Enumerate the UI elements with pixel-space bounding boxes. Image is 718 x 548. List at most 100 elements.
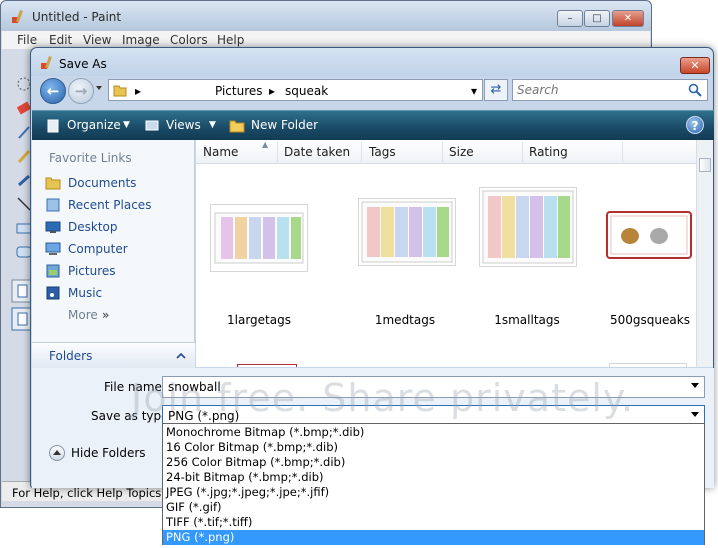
new-folder-icon	[229, 120, 245, 133]
file-name-dropdown-icon[interactable]	[691, 383, 699, 388]
nav-music[interactable]: Music	[42, 284, 192, 304]
nav-pictures-label: Pictures	[68, 264, 116, 278]
music-icon	[46, 286, 60, 300]
menu-file[interactable]: File	[17, 33, 37, 47]
menu-edit[interactable]: Edit	[49, 33, 72, 47]
breadcrumb-arrow-icon[interactable]: ▸	[269, 84, 275, 98]
navigation-pane: Favorite Links Documents Recent Places D…	[32, 140, 195, 367]
type-option-gif[interactable]: GIF (*.gif)	[163, 500, 704, 515]
dialog-close-button[interactable]: ✕	[680, 57, 710, 74]
nav-more[interactable]: More »	[42, 306, 192, 326]
column-divider[interactable]	[361, 142, 362, 162]
organize-chevron-icon[interactable]: ▼	[123, 120, 130, 130]
column-date-taken[interactable]: Date taken	[284, 145, 350, 159]
squirrels-image-icon	[606, 211, 692, 259]
column-size[interactable]: Size	[449, 145, 474, 159]
hide-folders-label: Hide Folders	[71, 446, 146, 460]
paint-close-button[interactable]: ✕	[612, 10, 644, 27]
column-divider[interactable]	[277, 142, 278, 162]
menu-view[interactable]: View	[83, 33, 111, 47]
type-option-monochrome-bmp[interactable]: Monochrome Bitmap (*.bmp;*.dib)	[163, 425, 704, 440]
views-button[interactable]: Views	[166, 118, 201, 132]
type-option-256-color-bmp[interactable]: 256 Color Bitmap (*.bmp;*.dib)	[163, 455, 704, 470]
scrollbar-thumb[interactable]	[699, 158, 711, 172]
search-input[interactable]	[517, 82, 677, 98]
menu-help[interactable]: Help	[217, 33, 244, 47]
dialog-title-bar[interactable]: Save As ✕	[31, 48, 713, 76]
file-thumbnail-500gsqueaks[interactable]	[605, 210, 703, 262]
file-name-1largetags[interactable]: 1largetags	[204, 313, 314, 327]
type-option-png[interactable]: PNG (*.png)	[163, 530, 704, 545]
type-option-tiff[interactable]: TIFF (*.tif;*.tiff)	[163, 515, 704, 530]
paint-title-bar[interactable]: Untitled - Paint – □ ✕	[1, 1, 651, 31]
column-rating[interactable]: Rating	[529, 145, 568, 159]
folder-icon	[113, 85, 127, 97]
column-name[interactable]: Name	[203, 145, 238, 159]
nav-computer-label: Computer	[68, 242, 128, 256]
type-option-jpeg[interactable]: JPEG (*.jpg;*.jpeg;*.jpe;*.jfif)	[163, 485, 704, 500]
folders-toggle-bar[interactable]: Folders	[32, 342, 195, 368]
file-thumbnail-partial[interactable]	[609, 363, 687, 367]
tags-image-icon	[482, 190, 574, 264]
minimize-button[interactable]: –	[557, 10, 583, 27]
column-divider[interactable]	[442, 142, 443, 162]
search-icon[interactable]	[688, 83, 702, 97]
menu-colors[interactable]: Colors	[170, 33, 208, 47]
status-text: For Help, click Help Topics o	[12, 486, 172, 500]
maximize-button[interactable]: □	[584, 10, 610, 27]
column-tags[interactable]: Tags	[369, 145, 396, 159]
dialog-title: Save As	[59, 57, 107, 71]
file-thumbnail-1medtags[interactable]	[358, 198, 456, 266]
navigation-bar: ← → ▸ Pictures ▸ squeak ▾ ⇄	[31, 76, 713, 108]
help-icon[interactable]: ?	[686, 116, 704, 134]
menu-image[interactable]: Image	[122, 33, 160, 47]
address-arrow-icon[interactable]: ▸	[135, 84, 141, 98]
organize-icon	[47, 119, 59, 133]
desktop-icon	[45, 221, 61, 233]
vertical-scrollbar[interactable]	[696, 140, 713, 367]
column-divider[interactable]	[522, 142, 523, 162]
back-button[interactable]: ←	[40, 78, 66, 104]
file-name-1smalltags[interactable]: 1smalltags	[472, 313, 582, 327]
file-thumbnail-1largetags[interactable]	[210, 204, 308, 272]
paint-app-icon	[12, 10, 23, 23]
new-folder-button[interactable]: New Folder	[251, 118, 318, 132]
tags-image-icon	[214, 212, 304, 264]
nav-desktop[interactable]: Desktop	[42, 218, 192, 238]
documents-folder-icon	[45, 177, 61, 190]
computer-icon	[45, 242, 61, 255]
nav-recent-places[interactable]: Recent Places	[42, 196, 192, 216]
type-option-24-bit-bmp[interactable]: 24-bit Bitmap (*.bmp;*.dib)	[163, 470, 704, 485]
paint-toolbox	[5, 67, 35, 347]
hide-folders-button[interactable]: Hide Folders	[49, 444, 159, 464]
recent-pages-chevron-icon[interactable]	[96, 86, 102, 90]
breadcrumb-squeak[interactable]: squeak	[285, 84, 328, 98]
type-option-16-color-bmp[interactable]: 16 Color Bitmap (*.bmp;*.dib)	[163, 440, 704, 455]
file-thumbnail-partial-2[interactable]	[237, 364, 297, 367]
nav-documents-label: Documents	[68, 176, 137, 190]
address-dropdown-icon[interactable]: ▾	[471, 84, 477, 98]
nav-music-label: Music	[68, 286, 103, 300]
save-as-type-dropdown-icon[interactable]	[691, 412, 699, 417]
collapse-chevron-icon[interactable]	[176, 351, 186, 359]
nav-computer[interactable]: Computer	[42, 240, 192, 260]
nav-documents[interactable]: Documents	[42, 174, 192, 194]
file-name-1medtags[interactable]: 1medtags	[350, 313, 460, 327]
file-name-500gsqueaks[interactable]: 500gsqueaks	[595, 313, 705, 327]
favorite-links-heading: Favorite Links	[49, 151, 132, 165]
nav-desktop-label: Desktop	[68, 220, 118, 234]
nav-pictures[interactable]: Pictures	[42, 262, 192, 282]
views-chevron-icon[interactable]: ▼	[209, 120, 216, 130]
organize-button[interactable]: Organize	[67, 118, 121, 132]
breadcrumb-pictures[interactable]: Pictures	[215, 84, 263, 98]
squirrels-sheet-icon	[610, 364, 686, 367]
address-bar[interactable]: ▸ Pictures ▸ squeak ▾	[108, 79, 483, 101]
refresh-button[interactable]: ⇄	[484, 79, 508, 101]
file-thumbnail-1smalltags[interactable]	[479, 187, 577, 267]
sort-arrow-icon: ▲	[262, 140, 269, 149]
column-divider[interactable]	[622, 142, 623, 162]
hide-folders-icon	[49, 445, 65, 461]
forward-button[interactable]: →	[68, 78, 94, 104]
save-as-dialog: Save As ✕ ← → ▸ Pictures ▸ squeak ▾ ⇄ Or…	[30, 47, 714, 488]
watermark: Join free. Share privately.	[131, 376, 635, 420]
